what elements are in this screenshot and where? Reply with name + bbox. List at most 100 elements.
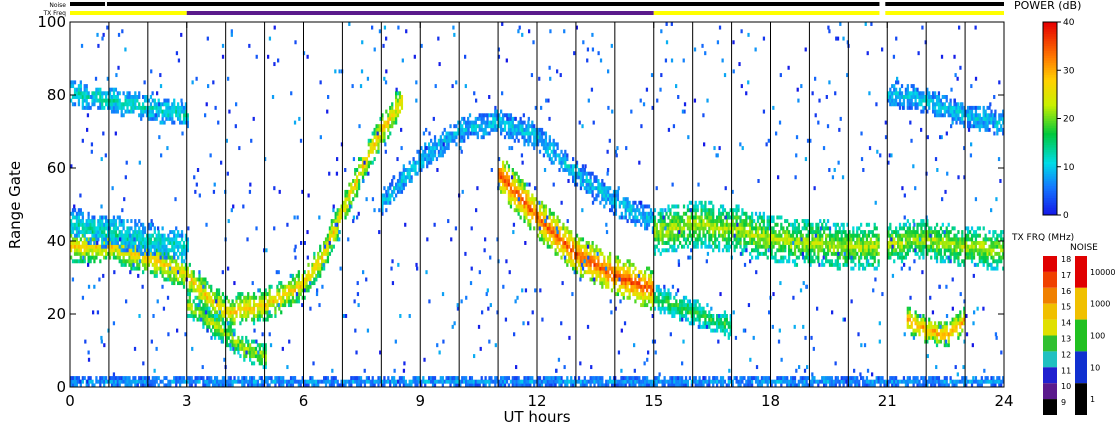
heatmap-cell [252, 306, 256, 311]
heatmap-cell [533, 204, 536, 209]
heatmap-cell [737, 241, 740, 245]
heatmap-cell [371, 138, 374, 143]
heatmap-cell [79, 211, 82, 216]
heatmap-cell [941, 335, 944, 340]
heatmap-cell [492, 127, 495, 132]
heatmap-cell [813, 248, 816, 253]
heatmap-cell [838, 237, 841, 242]
heatmap-cell [564, 164, 567, 169]
heatmap-cell [544, 135, 548, 140]
heatmap-cell [173, 270, 176, 275]
heatmap-cell [544, 204, 548, 209]
heatmap-cell [550, 230, 553, 235]
heatmap-cell [402, 175, 405, 180]
heatmap-cell [367, 153, 370, 158]
heatmap-cell [231, 335, 234, 340]
heatmap-cell [725, 222, 728, 227]
heatmap-cell [679, 299, 682, 304]
heatmap-cell [694, 299, 697, 304]
heatmap-cell [523, 135, 526, 140]
heatmap-cell [665, 295, 668, 300]
heatmap-cell [237, 343, 240, 348]
heatmap-cell [754, 230, 758, 235]
heatmap-cell [190, 303, 193, 308]
heatmap-cell [657, 230, 660, 235]
heatmap-cell [694, 310, 697, 315]
heatmap-cell [159, 255, 162, 260]
heatmap-cell [365, 157, 369, 162]
heatmap-cell [669, 226, 672, 231]
heatmap-cell [71, 241, 75, 245]
heatmap-cell [128, 230, 131, 235]
heatmap-cell [679, 317, 682, 322]
heatmap-cell [830, 241, 834, 245]
heatmap-cell [719, 211, 723, 216]
heatmap-cell [138, 262, 141, 267]
heatmap-cell [215, 292, 219, 297]
heatmap-cell [618, 270, 621, 275]
heatmap-cell [122, 113, 125, 118]
heatmap-cell [589, 251, 592, 256]
heatmap-cell [805, 222, 808, 227]
heatmap-cell [585, 179, 588, 183]
heatmap-cell [93, 230, 96, 235]
heatmap-cell [585, 262, 588, 267]
heatmap-cell [647, 266, 651, 271]
heatmap-cell [476, 135, 479, 140]
heatmap-cell [169, 273, 172, 278]
heatmap-cell [198, 288, 201, 293]
heatmap-cell [941, 259, 944, 264]
heatmap-cell [959, 248, 962, 253]
heatmap-cell [716, 321, 719, 326]
heatmap-cell [920, 230, 923, 235]
heatmap-cell [725, 248, 728, 253]
heatmap-cell [873, 226, 876, 231]
heatmap-cell [75, 251, 79, 256]
heatmap-cell [986, 259, 989, 264]
heatmap-cell [112, 98, 116, 103]
heatmap-cell [895, 226, 898, 231]
heatmap-cell [682, 230, 686, 235]
heatmap-cell [348, 197, 351, 202]
heatmap-cell [622, 277, 625, 282]
heatmap-cell [609, 262, 612, 267]
heatmap-cell [87, 230, 90, 235]
heatmap-cell [79, 259, 82, 264]
heatmap-cell [972, 255, 976, 260]
heatmap-cell [852, 230, 855, 235]
heatmap-cell [517, 208, 520, 213]
heatmap-cell [657, 219, 660, 224]
heatmap-cell [751, 211, 754, 216]
heatmap-cell [727, 233, 730, 238]
heatmap-cell [346, 189, 349, 194]
heatmap-cell [503, 186, 507, 191]
heatmap-cell [932, 241, 935, 245]
heatmap-cell [517, 182, 520, 187]
heatmap-cell [661, 222, 664, 227]
heatmap-cell [694, 237, 697, 242]
heatmap-cell [511, 168, 514, 172]
heatmap-cell [295, 273, 298, 278]
heatmap-cell [153, 230, 156, 235]
heatmap-cell [85, 84, 88, 89]
heatmap-cell [151, 244, 154, 249]
heatmap-cell [177, 244, 180, 249]
heatmap-cell [665, 233, 668, 238]
heatmap-cell [912, 237, 915, 242]
heatmap-cell [297, 295, 300, 300]
heatmap-cell [538, 208, 542, 213]
heatmap-cell [579, 259, 583, 264]
heatmap-cell [967, 248, 970, 253]
heatmap-cell [970, 241, 974, 245]
heatmap-cell [122, 105, 125, 110]
heatmap-cell [566, 262, 569, 267]
heatmap-cell [385, 200, 388, 205]
heatmap-cell [737, 230, 740, 235]
heatmap-cell [873, 255, 876, 260]
heatmap-cell [511, 193, 514, 198]
heatmap-cell [198, 299, 201, 304]
heatmap-cell [793, 248, 797, 253]
heatmap-cell [830, 259, 834, 264]
heatmap-cell [725, 237, 728, 242]
heatmap-cell [507, 168, 511, 172]
